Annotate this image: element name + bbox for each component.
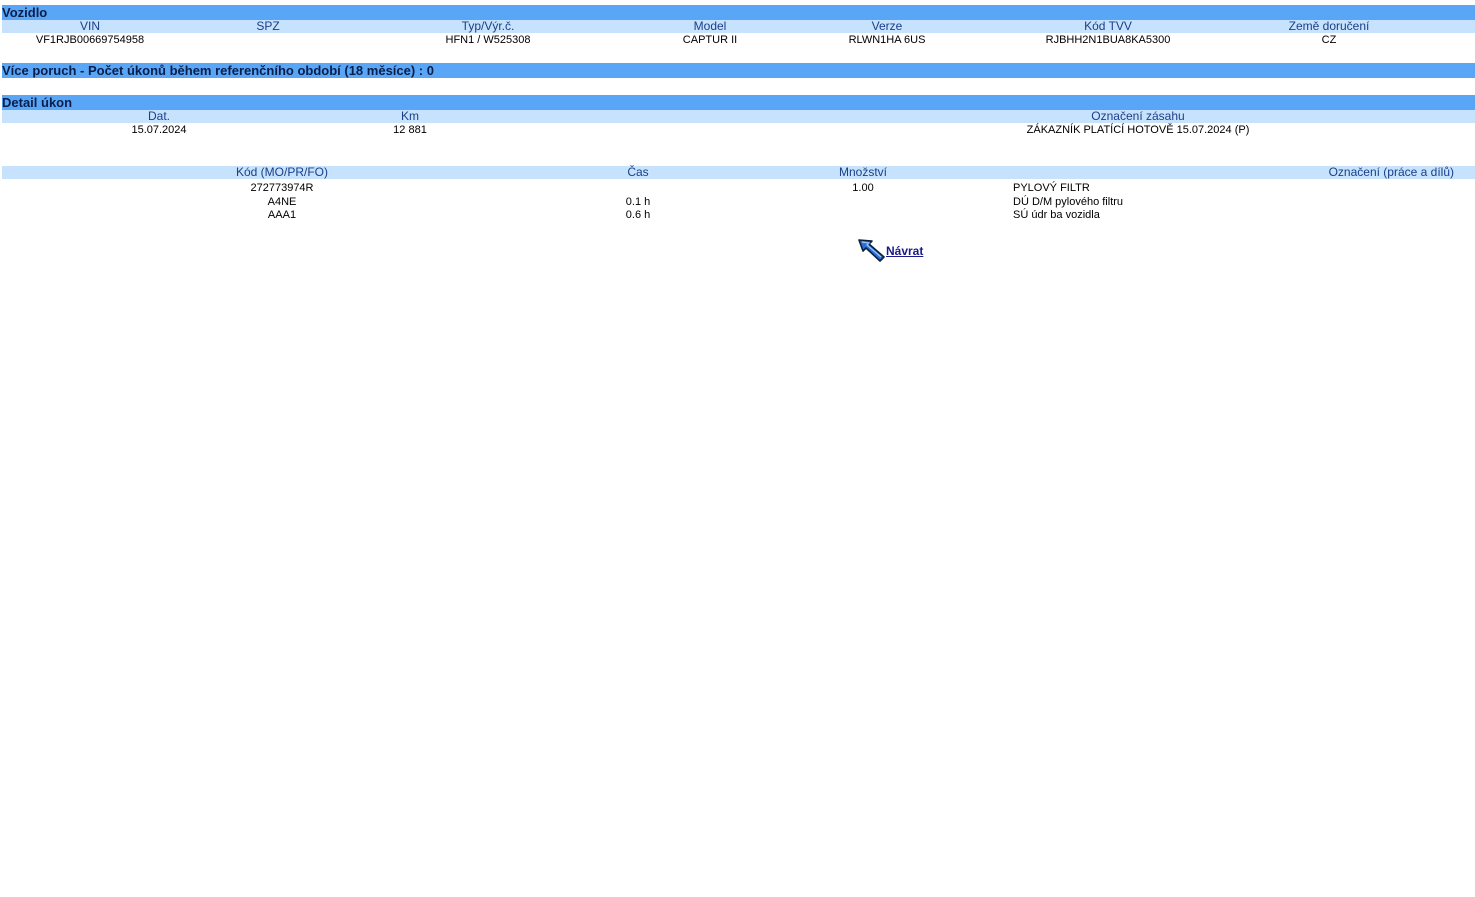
- header-tvv: Kód TVV: [1084, 19, 1132, 33]
- item-qty: 1.00: [852, 182, 874, 194]
- value-version: RLWN1HA 6US: [848, 34, 926, 46]
- value-operation-label: ZÁKAZNÍK PLATÍCÍ HOTOVĚ 15.07.2024 (P): [1026, 124, 1250, 136]
- back-link-label[interactable]: Návrat: [886, 244, 923, 258]
- header-model: Model: [693, 19, 727, 33]
- value-tvv: RJBHH2N1BUA8KA5300: [1045, 34, 1171, 46]
- failures-title-text: Více poruch - Počet úkonů během referenč…: [2, 63, 434, 78]
- back-link[interactable]: Návrat: [856, 236, 923, 262]
- item-code: AAA1: [267, 209, 297, 221]
- header-type: Typ/Výr.č.: [461, 19, 515, 33]
- table-row: A4NE 0.1 h DÚ D/M pylového filtru: [2, 196, 1475, 209]
- item-label: SÚ údr ba vozidla: [1013, 209, 1100, 221]
- header-qty: Množství: [838, 165, 888, 179]
- header-time: Čas: [627, 165, 649, 179]
- vehicle-section-title: Vozidlo: [2, 5, 1475, 20]
- items-header-row: Kód (MO/PR/FO) Čas Množství Označení (pr…: [2, 166, 1475, 179]
- detail-section-title: Detail úkon: [2, 95, 1475, 110]
- header-country: Země doručení: [1288, 19, 1370, 33]
- header-item-label: Označení (práce a dílů): [1328, 165, 1454, 179]
- page: Vozidlo VIN SPZ Typ/Výr.č. Model Verze K…: [0, 0, 1475, 897]
- value-country: CZ: [1321, 34, 1337, 46]
- detail-header-row: Dat. Km Označení zásahu: [2, 110, 1475, 123]
- value-type: HFN1 / W525308: [445, 34, 531, 46]
- back-arrow-icon[interactable]: [856, 236, 888, 262]
- header-date: Dat.: [147, 109, 171, 123]
- vehicle-value-row: VF1RJB00669754958 HFN1 / W525308 CAPTUR …: [2, 34, 1475, 47]
- value-vin: VF1RJB00669754958: [35, 34, 145, 46]
- table-row: AAA1 0.6 h SÚ údr ba vozidla: [2, 209, 1475, 222]
- header-vin: VIN: [79, 19, 101, 33]
- failures-section-title: Více poruch - Počet úkonů během referenč…: [2, 63, 1475, 78]
- value-km: 12 881: [393, 124, 427, 136]
- item-code: A4NE: [267, 196, 297, 208]
- detail-value-row: 15.07.2024 12 881 ZÁKAZNÍK PLATÍCÍ HOTOV…: [2, 124, 1475, 137]
- item-time: 0.1 h: [625, 196, 651, 208]
- header-version: Verze: [871, 19, 903, 33]
- item-code: 272773974R: [250, 182, 314, 194]
- header-operation-label: Označení zásahu: [1091, 109, 1185, 123]
- detail-title-text: Detail úkon: [2, 95, 73, 110]
- header-km: Km: [401, 109, 419, 123]
- vehicle-title-text: Vozidlo: [2, 5, 48, 20]
- item-label: DÚ D/M pylového filtru: [1013, 196, 1124, 208]
- vehicle-header-row: VIN SPZ Typ/Výr.č. Model Verze Kód TVV Z…: [2, 20, 1475, 33]
- item-time: 0.6 h: [625, 209, 651, 221]
- header-code: Kód (MO/PR/FO): [235, 165, 329, 179]
- value-date: 15.07.2024: [131, 124, 187, 136]
- header-spz: SPZ: [256, 19, 280, 33]
- item-label: PYLOVÝ FILTR: [1013, 182, 1090, 194]
- value-model: CAPTUR II: [682, 34, 738, 46]
- table-row: 272773974R 1.00 PYLOVÝ FILTR: [2, 182, 1475, 195]
